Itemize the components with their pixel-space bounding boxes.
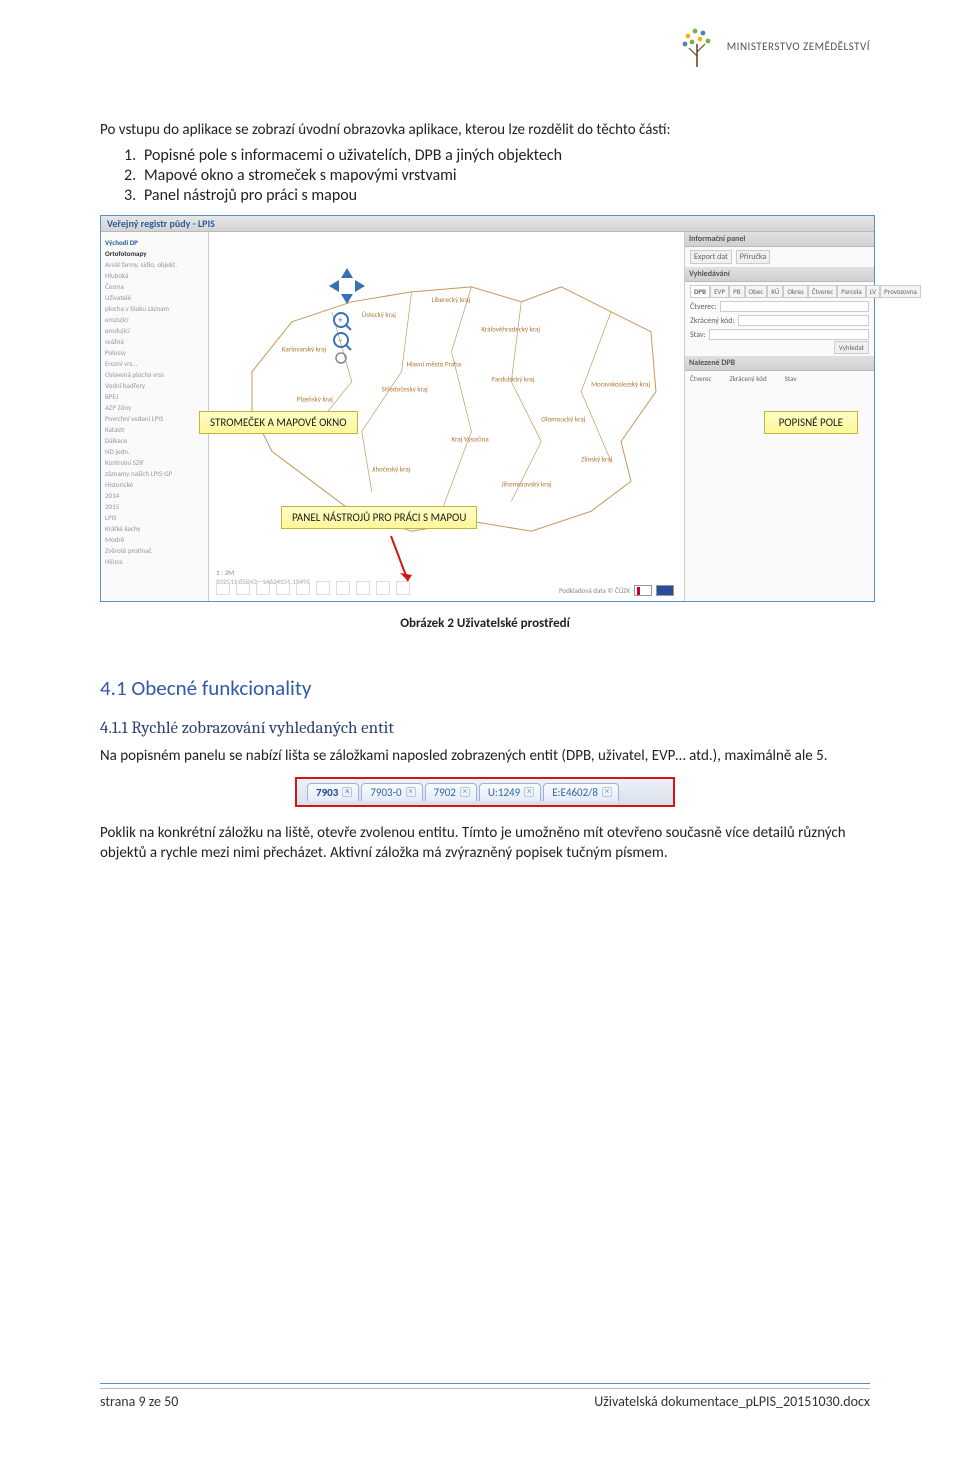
tab-chip[interactable]: 7903-0×	[361, 783, 422, 801]
svg-text:+: +	[338, 315, 343, 326]
callout-info-panel: POPISNÉ POLE	[764, 411, 858, 434]
close-icon[interactable]: ×	[602, 787, 612, 797]
tab-chip[interactable]: 7903×	[307, 783, 359, 801]
tab-chip[interactable]: U:1249×	[479, 783, 541, 801]
callout-toolbar: PANEL NÁSTROJŮ PRO PRÁCI S MAPOU	[281, 506, 477, 529]
tab-chip[interactable]: 7902×	[425, 783, 477, 801]
heading-4-1-1: 4.1.1 Rychlé zobrazování vyhledaných ent…	[100, 719, 870, 738]
page-footer: strana 9 ze 50 Uživatelská dokumentace_p…	[100, 1388, 870, 1410]
close-icon[interactable]: ×	[460, 787, 470, 797]
scale-readout: 1 : 2M	[216, 568, 234, 577]
svg-text:−: −	[338, 335, 342, 346]
eu-flag-icon	[656, 585, 674, 596]
search-button[interactable]: Vyhledat	[834, 341, 869, 354]
arrow-icon	[386, 531, 416, 591]
list-item-1: Popisné pole s informacemi o uživatelích…	[144, 146, 562, 165]
close-icon[interactable]: ×	[406, 787, 416, 797]
manual-button[interactable]: Příručka	[736, 250, 770, 264]
para-explanation: Poklik na konkrétní záložku na liště, ot…	[100, 823, 870, 864]
export-button[interactable]: Export dat	[690, 250, 732, 264]
close-icon[interactable]: ×	[524, 787, 534, 797]
doc-filename: Uživatelská dokumentace_pLPIS_20151030.d…	[594, 1393, 870, 1410]
entity-tabs-screenshot: 7903× 7903-0× 7902× U:1249× E:E4602/8×	[295, 777, 675, 807]
toolbar-bottom[interactable]	[216, 581, 410, 595]
zoom-control-icon[interactable]: + −	[331, 310, 806, 679]
list-item-2: Mapové okno a stromeček s mapovými vrstv…	[144, 166, 457, 185]
ministry-name: MINISTERSTVO ZEMĚDĚLSTVÍ	[727, 40, 870, 53]
intro-text: Po vstupu do aplikace se zobrazí úvodní …	[100, 120, 870, 140]
list-item-3: Panel nástrojů pro práci s mapou	[144, 186, 357, 205]
layer-tree[interactable]: Východí DP Ortofotomapy Areál farmy, síd…	[101, 232, 209, 601]
parts-list: 1.Popisné pole s informacemi o uživatelí…	[100, 146, 870, 205]
app-screenshot: Veřejný registr půdy - LPIS Východí DP O…	[100, 215, 875, 602]
para-description: Na popisném panelu se nabízí lišta se zá…	[100, 746, 870, 766]
attribution: Podkladová data © ČÚZK	[559, 585, 674, 596]
tab-chip[interactable]: E:E4602/8×	[543, 783, 619, 801]
page-number: strana 9 ze 50	[100, 1393, 178, 1410]
ministry-logo: MINISTERSTVO ZEMĚDĚLSTVÍ	[675, 24, 870, 68]
callout-tree-map: STROMEČEK A MAPOVÉ OKNO	[199, 411, 358, 434]
tree-icon	[675, 24, 719, 68]
app-title: Veřejný registr půdy - LPIS	[101, 216, 874, 232]
close-icon[interactable]: ×	[342, 787, 352, 797]
svg-text:Karlovarský kraj: Karlovarský kraj	[282, 345, 327, 354]
